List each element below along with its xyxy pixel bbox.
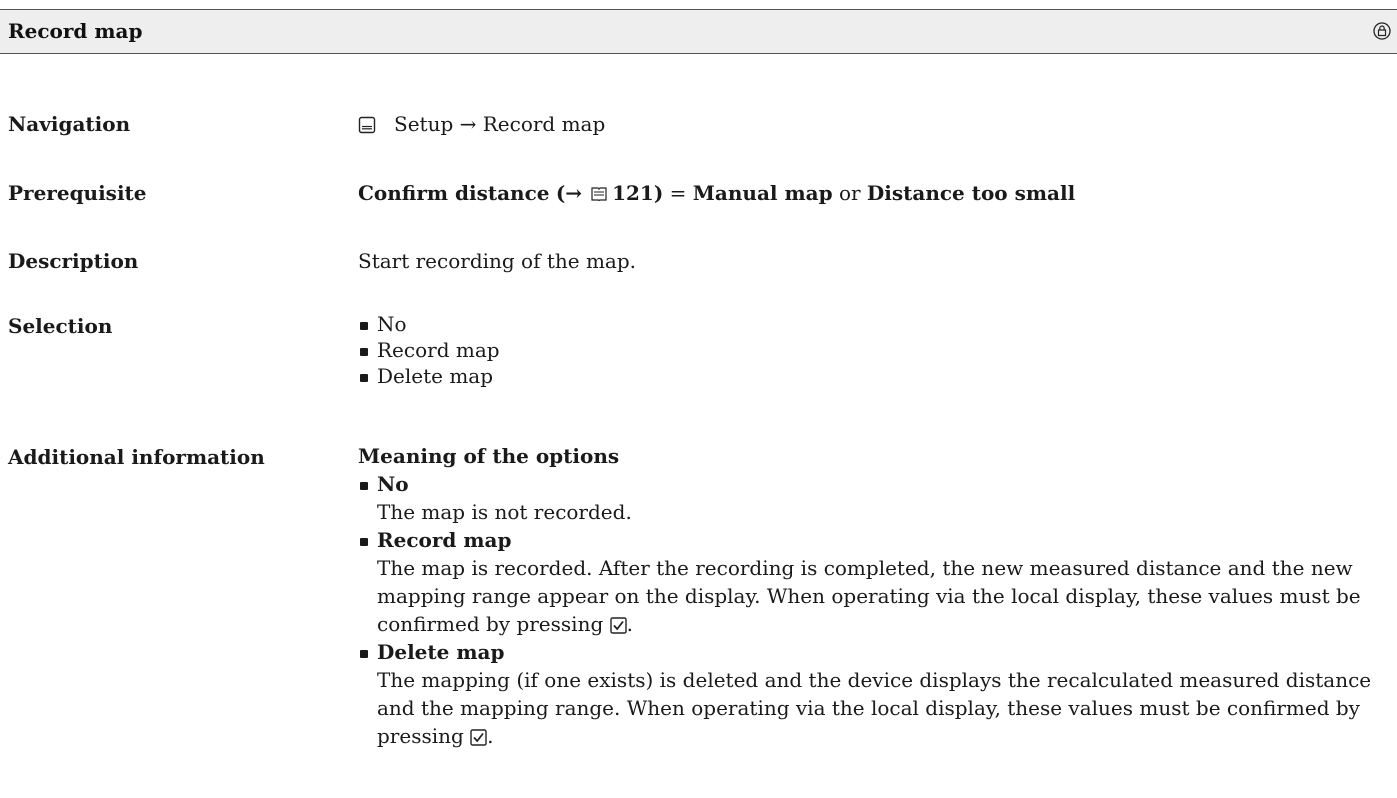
prerequisite-label: Prerequisite [8, 181, 147, 205]
option-description-text: The map is recorded. After the recording… [377, 556, 1361, 636]
additional-info-content: Meaning of the options No The map is not… [358, 442, 1388, 750]
navigation-label: Navigation [8, 112, 131, 136]
description-text: Start recording of the map. [358, 249, 637, 273]
list-item: No [358, 311, 500, 337]
end-punct: . [626, 612, 633, 636]
option-description-text: The mapping (if one exists) is deleted a… [377, 668, 1372, 748]
confirm-key-icon [470, 729, 487, 746]
list-item: No The map is not recorded. [358, 470, 1388, 526]
page-title: Record map [8, 19, 143, 43]
menu-icon [358, 116, 376, 134]
equals-sign: = [669, 181, 687, 205]
navigation-path: Setup → Record map [358, 112, 605, 136]
additional-info-label: Additional information [8, 445, 265, 469]
navigation-path-text: Setup → Record map [394, 112, 606, 136]
option-name: Record map [377, 528, 512, 552]
confirm-key-icon [609, 617, 627, 634]
page-ref-open: (→ [555, 181, 583, 205]
prerequisite-value-1: Manual map [692, 181, 833, 205]
list-item: Record map The map is recorded. After th… [358, 526, 1388, 638]
option-name: No [377, 472, 409, 496]
page-ref[interactable]: 121) [612, 181, 663, 205]
options-heading: Meaning of the options [358, 444, 620, 468]
lock-icon [1373, 22, 1391, 40]
list-item: Delete map The mapping (if one exists) i… [358, 638, 1388, 750]
end-punct: . [487, 724, 494, 748]
or-text: or [838, 181, 861, 205]
option-description: The map is not recorded. [377, 500, 632, 524]
prerequisite-value-2: Distance too small [866, 181, 1076, 205]
selection-list: No Record map Delete map [358, 311, 500, 389]
book-icon [591, 187, 607, 202]
option-description: The map is recorded. After the recording… [377, 554, 1388, 638]
section-header: Record map [0, 9, 1397, 54]
description-label: Description [8, 249, 139, 273]
prerequisite-text: Confirm distance (→ 121) = Manual map or… [358, 181, 1075, 205]
option-name: Delete map [377, 640, 505, 664]
list-item: Record map [358, 337, 500, 363]
option-description: The mapping (if one exists) is deleted a… [377, 666, 1388, 750]
selection-label: Selection [8, 314, 113, 338]
list-item: Delete map [358, 363, 500, 389]
prerequisite-param: Confirm distance [358, 181, 550, 205]
